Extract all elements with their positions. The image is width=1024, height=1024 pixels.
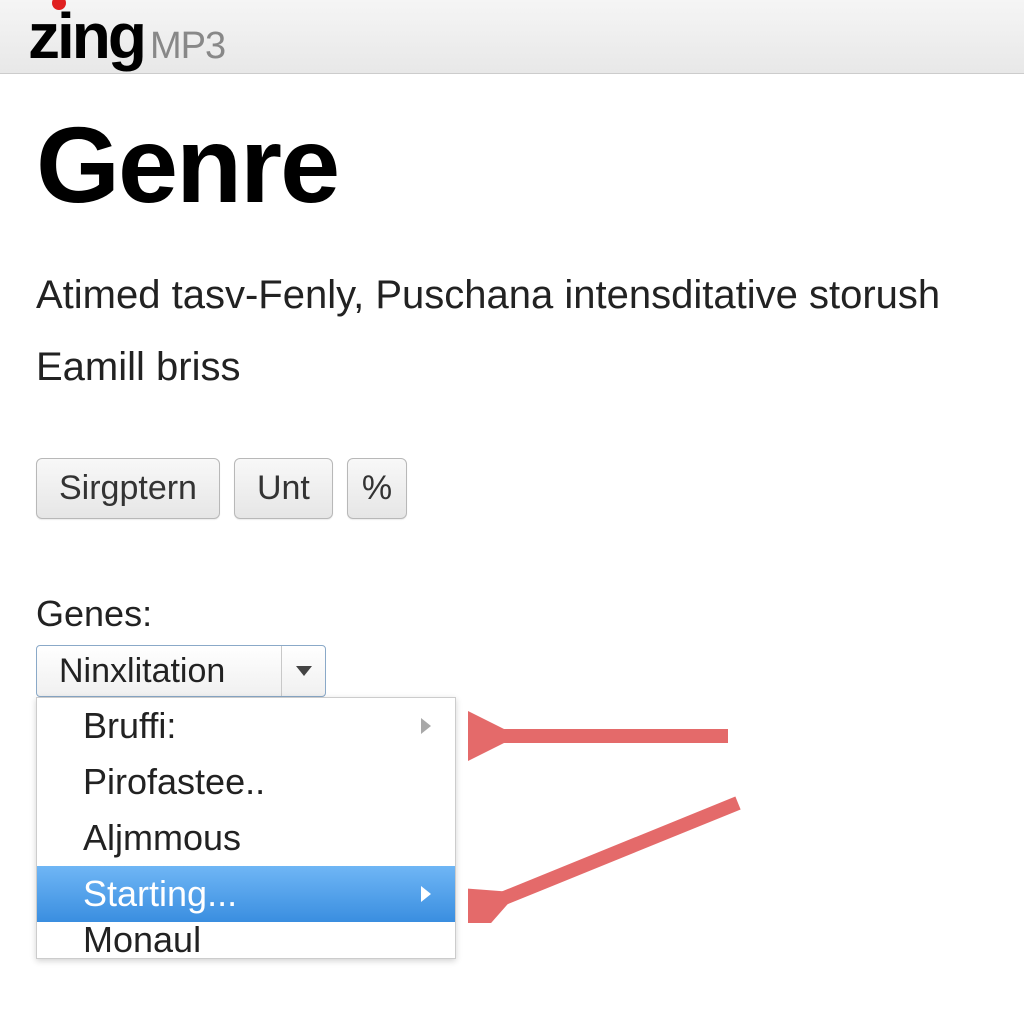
menu-item-label: Monaul	[83, 922, 201, 958]
sirgptern-button[interactable]: Sirgptern	[36, 458, 220, 519]
menu-item-label: Aljmmous	[83, 817, 241, 859]
header-bar: zing MP3	[0, 0, 1024, 74]
logo: zing MP3	[28, 4, 225, 68]
annotation-arrow-2	[468, 793, 758, 923]
menu-item-aljmmous[interactable]: Aljmmous	[37, 810, 455, 866]
description-line2: Eamill briss	[36, 345, 988, 390]
chevron-right-icon	[421, 718, 431, 734]
description-line1: Atimed tasv-Fenly, Puschana intensditati…	[36, 263, 988, 327]
chevron-right-icon	[421, 886, 431, 902]
genes-label: Genes:	[36, 593, 988, 635]
genes-select[interactable]: Ninxlitation	[36, 645, 326, 697]
percent-button[interactable]: %	[347, 458, 407, 519]
menu-item-monaul[interactable]: Monaul	[37, 922, 455, 958]
menu-item-starting[interactable]: Starting...	[37, 866, 455, 922]
menu-item-bruffi[interactable]: Bruffi:	[37, 698, 455, 754]
menu-item-label: Pirofastee..	[83, 761, 265, 803]
genes-select-wrap: Ninxlitation Bruffi: Pirofastee.. Aljmmo…	[36, 645, 326, 697]
menu-item-label: Starting...	[83, 873, 237, 915]
menu-item-pirofastee[interactable]: Pirofastee..	[37, 754, 455, 810]
button-row: Sirgptern Unt %	[36, 458, 988, 519]
logo-main-text: zing	[28, 4, 144, 68]
annotation-arrow-1	[468, 711, 748, 761]
genes-select-value: Ninxlitation	[37, 652, 281, 691]
genes-select-arrow-box	[281, 646, 325, 696]
page-title: Genre	[36, 102, 988, 227]
content-area: Genre Atimed tasv-Fenly, Puschana intens…	[0, 74, 1024, 725]
chevron-down-icon	[296, 666, 312, 676]
menu-item-label: Bruffi:	[83, 705, 176, 747]
logo-suffix-text: MP3	[150, 25, 225, 68]
arrow-diagonal-icon	[468, 793, 758, 923]
genes-dropdown-menu: Bruffi: Pirofastee.. Aljmmous Starting..…	[36, 697, 456, 959]
unt-button[interactable]: Unt	[234, 458, 333, 519]
arrow-left-icon	[468, 711, 748, 761]
